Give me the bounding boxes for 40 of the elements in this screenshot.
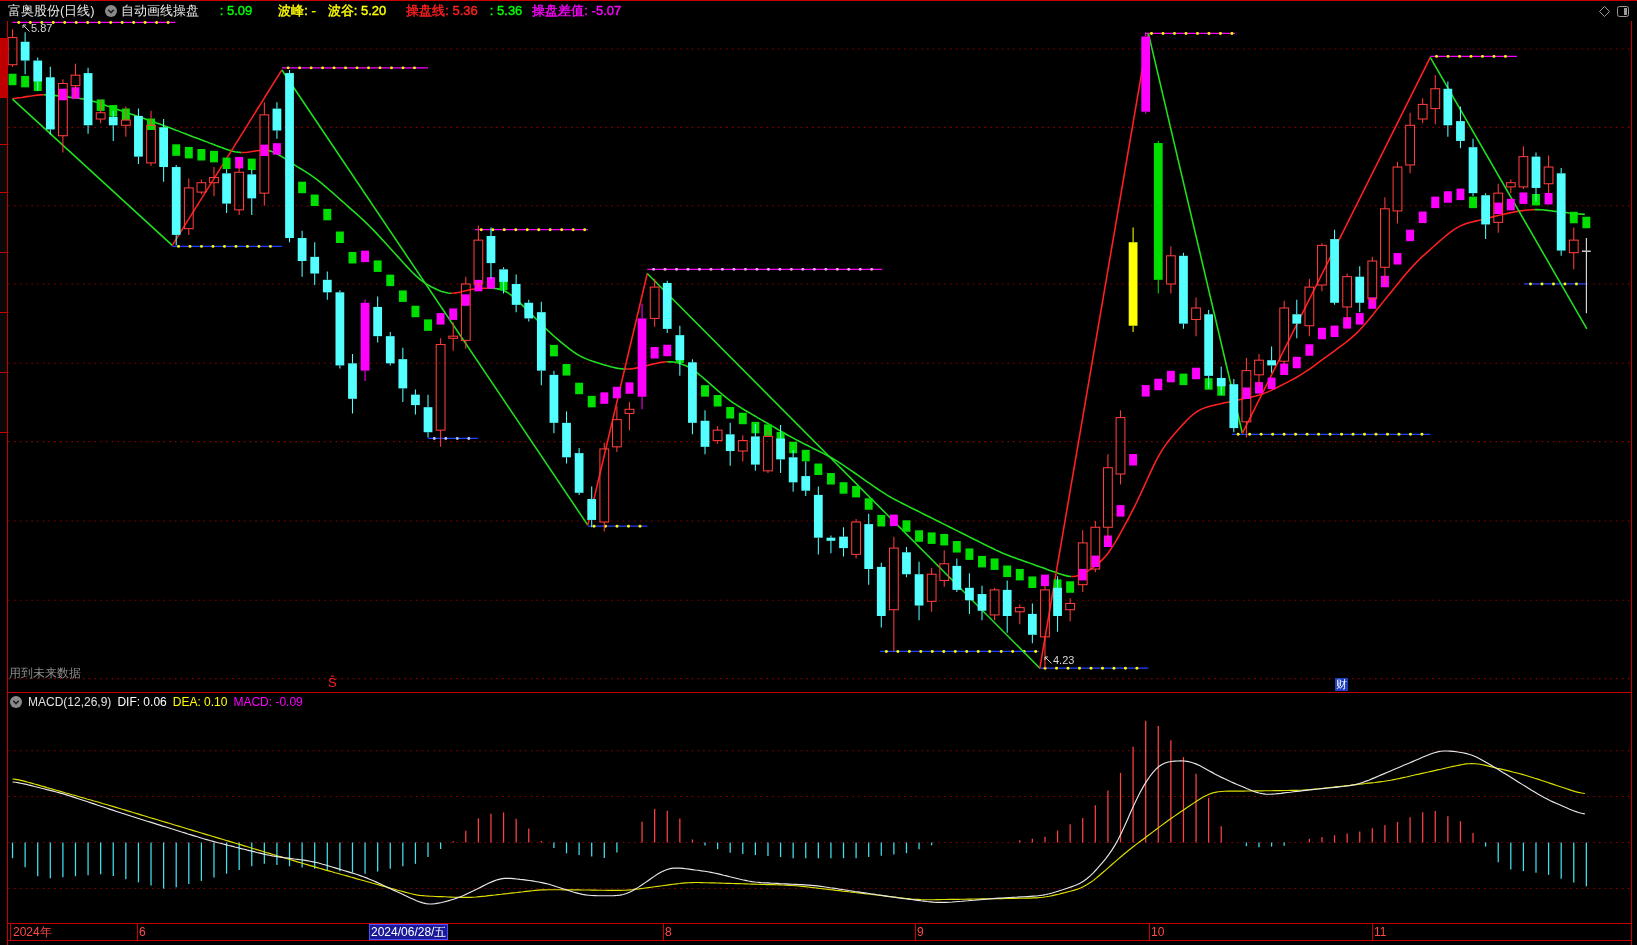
indicator-reading: 波峰: -	[278, 3, 316, 19]
chart-title: 富奥股份(日线)	[8, 3, 95, 19]
event-marker[interactable]: 财	[1335, 678, 1348, 691]
side-tab[interactable]	[0, 38, 7, 98]
arrow-icon	[22, 24, 30, 32]
diamond-icon[interactable]	[1599, 5, 1610, 17]
price-label: 5.87	[31, 22, 53, 34]
sell-signal-marker[interactable]: Ŝ	[328, 676, 337, 690]
chevron-down-icon[interactable]	[10, 696, 22, 708]
indicator-name[interactable]: MACD(12,26,9)	[28, 695, 112, 709]
side-tab[interactable]	[0, 313, 7, 373]
support-level-line	[1523, 282, 1588, 286]
indicator-reading: DEA: 0.10	[172, 695, 228, 709]
side-tab[interactable]	[0, 98, 7, 145]
axis-label: 6	[139, 925, 146, 939]
side-tab[interactable]	[0, 373, 7, 433]
support-level-line	[587, 524, 648, 528]
indicator-name[interactable]: 自动画线操盘	[120, 3, 199, 19]
price-label: 4.23	[1053, 654, 1075, 666]
indicator-reading: 波谷: 5.20	[327, 3, 387, 19]
support-level-line	[427, 437, 479, 440]
indicator-reading: MACD: -0.09	[233, 695, 303, 709]
indicator-reading: 操盘线: 5.36	[406, 3, 478, 19]
axis-label: 2024年	[13, 925, 52, 939]
side-tab[interactable]	[0, 253, 7, 313]
axis-label: 11	[1374, 925, 1387, 939]
axis-label: 10	[1151, 925, 1165, 939]
arrow-icon	[1044, 656, 1052, 664]
side-tab[interactable]	[0, 145, 7, 193]
axis-label: 9	[917, 925, 924, 939]
side-tab[interactable]	[0, 193, 7, 253]
date-cursor-label: 2024/06/28/五	[369, 924, 449, 940]
notice-text: 用到未来数据	[9, 666, 81, 680]
indicator-reading: DIF: 0.06	[117, 695, 167, 709]
panel-icon[interactable]	[1617, 5, 1629, 17]
indicator-reading: 操盘差值: -5.07	[532, 3, 622, 19]
chevron-down-icon[interactable]	[104, 5, 117, 17]
axis-label: 8	[665, 925, 672, 939]
indicator-reading: : 5.36	[489, 3, 523, 19]
indicator-reading: : 5.09	[219, 3, 253, 19]
